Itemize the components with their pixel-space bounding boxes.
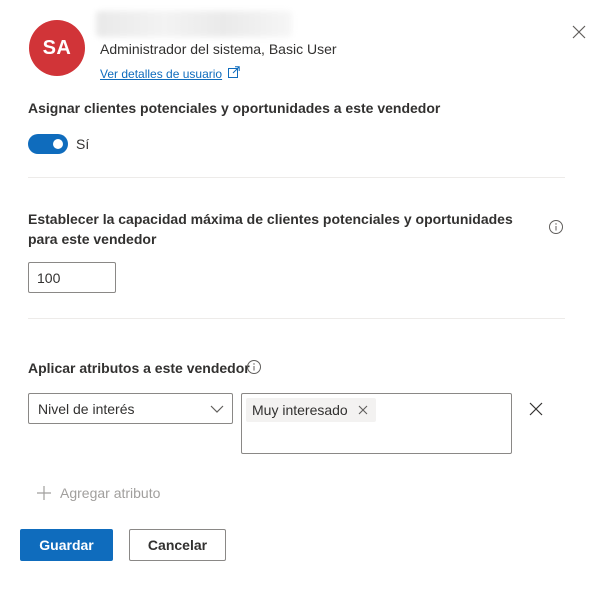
chevron-down-icon [210,405,224,413]
toggle-knob [53,139,63,149]
assign-toggle-text: Sí [76,136,90,152]
capacity-label: Establecer la capacidad máxima de client… [28,211,513,247]
attribute-values-input[interactable]: Muy interesado [241,393,512,454]
info-icon[interactable] [548,219,564,235]
attribute-dropdown[interactable]: Nivel de interés [28,393,233,424]
remove-attribute-icon[interactable] [529,402,543,416]
cancel-button[interactable]: Cancelar [129,529,226,561]
view-user-details-link[interactable]: Ver detalles de usuario [100,67,222,81]
avatar: SA [29,20,85,76]
divider [28,318,565,319]
assign-toggle[interactable] [28,134,68,154]
value-chip: Muy interesado [246,398,376,422]
plus-icon [37,486,51,500]
dismiss-icon[interactable] [358,405,368,415]
attributes-label: Aplicar atributos a este vendedor [28,360,250,376]
add-attribute-button[interactable]: Agregar atributo [36,485,160,501]
external-link-icon[interactable] [228,66,240,78]
save-button[interactable]: Guardar [20,529,113,561]
user-role: Administrador del sistema, Basic User [100,41,337,57]
close-icon[interactable] [571,24,587,40]
divider [28,177,565,178]
user-name-redacted [96,11,292,37]
capacity-input[interactable] [28,262,116,293]
value-chip-label: Muy interesado [252,402,348,418]
add-attribute-label: Agregar atributo [60,485,161,501]
attribute-dropdown-value: Nivel de interés [38,401,135,417]
assign-label: Asignar clientes potenciales y oportunid… [28,100,441,116]
info-icon[interactable] [246,359,262,375]
